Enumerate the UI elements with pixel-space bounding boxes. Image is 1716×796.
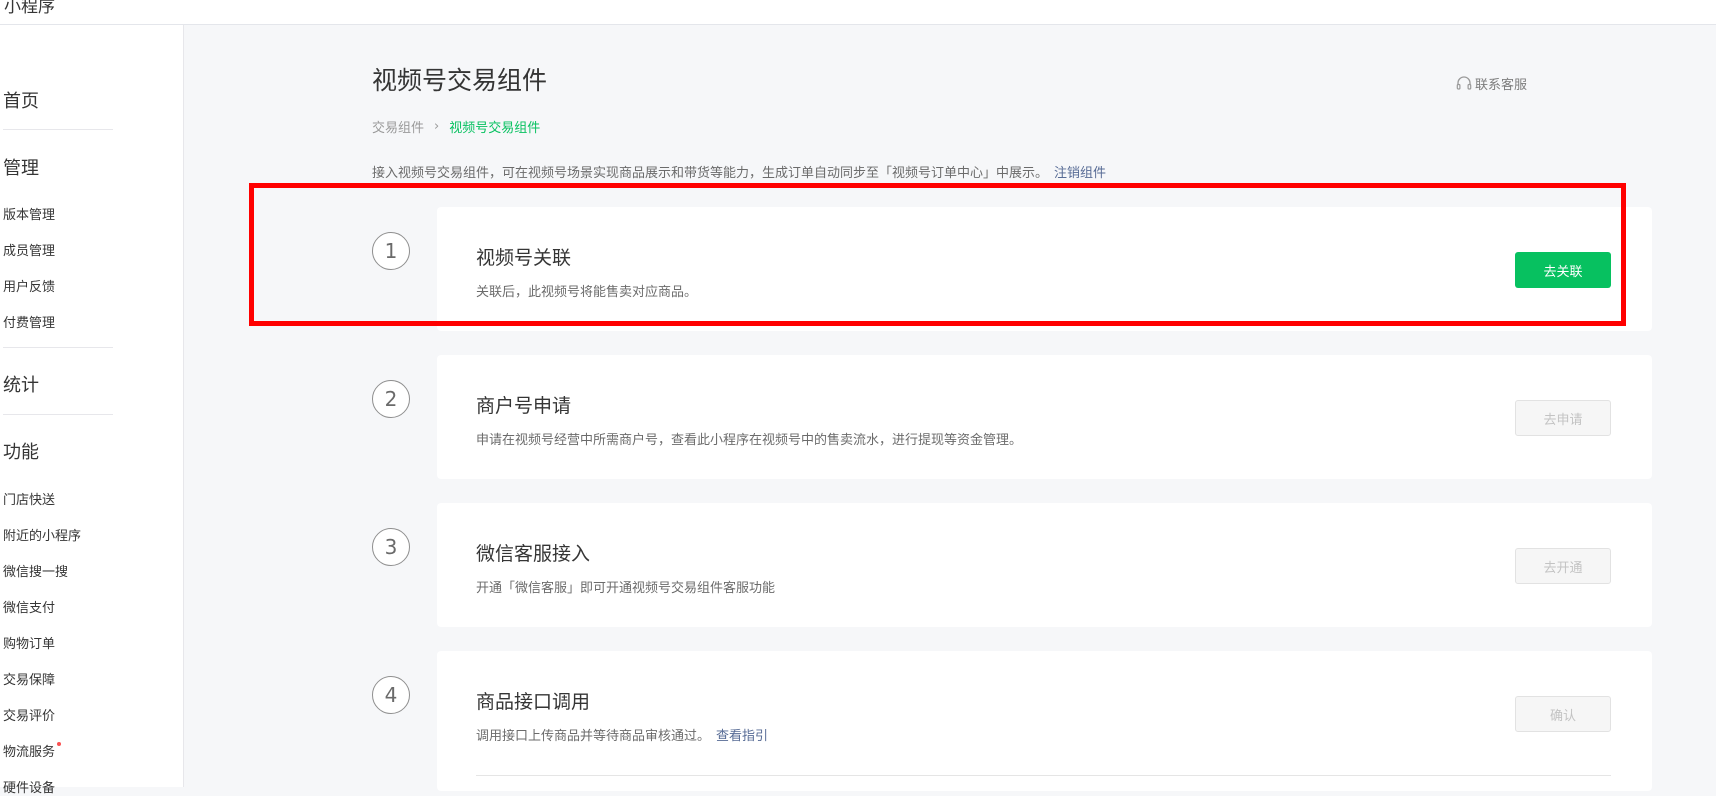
- sidebar-item-guarantee[interactable]: 交易保障: [3, 669, 55, 688]
- step-number-1: 1: [372, 232, 410, 270]
- intro-text: 接入视频号交易组件，可在视频号场景实现商品展示和带货等能力，生成订单自动同步至「…: [372, 162, 1106, 181]
- step-description: 调用接口上传商品并等待商品审核通过。 查看指引: [476, 725, 768, 744]
- top-bar: 小程序: [0, 0, 1716, 25]
- sidebar-item-members[interactable]: 成员管理: [3, 240, 55, 259]
- link-channel-button[interactable]: 去关联: [1515, 252, 1611, 288]
- step-title: 视频号关联: [476, 247, 572, 269]
- sidebar-divider: [3, 414, 113, 415]
- sidebar-section-features[interactable]: 功能: [3, 438, 39, 464]
- sidebar-section-stats[interactable]: 统计: [3, 371, 39, 397]
- page-title: 视频号交易组件: [372, 66, 548, 95]
- step-title: 商户号申请: [476, 395, 572, 417]
- view-guide-link[interactable]: 查看指引: [716, 729, 768, 744]
- sidebar-item-search[interactable]: 微信搜一搜: [3, 561, 68, 580]
- sidebar: 首页 管理 版本管理 成员管理 用户反馈 付费管理 统计 功能 门店快送 附近的…: [0, 25, 184, 796]
- step-number-3: 3: [372, 528, 410, 566]
- sidebar-divider: [3, 347, 113, 348]
- sidebar-item-logistics[interactable]: 物流服务: [3, 741, 62, 760]
- sidebar-divider: [3, 129, 113, 130]
- divider: [476, 775, 1611, 776]
- sidebar-item-payment[interactable]: 付费管理: [3, 312, 55, 331]
- step-card-customer-service: 微信客服接入 开通「微信客服」即可开通视频号交易组件客服功能 去开通: [437, 503, 1652, 627]
- step-card-product-api: 商品接口调用 调用接口上传商品并等待商品审核通过。 查看指引 确认: [437, 651, 1652, 791]
- notification-dot: [57, 742, 62, 746]
- step-title: 商品接口调用: [476, 691, 591, 713]
- sidebar-item-wechat-pay[interactable]: 微信支付: [3, 597, 55, 616]
- breadcrumb-item-current: 视频号交易组件: [449, 121, 541, 136]
- step-description: 申请在视频号经营中所需商户号，查看此小程序在视频号中的售卖流水，进行提现等资金管…: [476, 433, 1023, 448]
- sidebar-item-version[interactable]: 版本管理: [3, 204, 55, 223]
- sidebar-item-home[interactable]: 首页: [3, 87, 39, 113]
- step-description: 开通「微信客服」即可开通视频号交易组件客服功能: [476, 581, 776, 596]
- apply-merchant-button[interactable]: 去申请: [1515, 400, 1611, 436]
- step-title: 微信客服接入: [476, 543, 591, 565]
- step-number-2: 2: [372, 380, 410, 418]
- step-card-link-channel: 视频号关联 关联后，此视频号将能售卖对应商品。 去关联: [437, 207, 1652, 331]
- cancel-component-link[interactable]: 注销组件: [1054, 166, 1106, 181]
- sidebar-item-reviews[interactable]: 交易评价: [3, 705, 55, 724]
- sidebar-item-store-delivery[interactable]: 门店快送: [3, 489, 55, 508]
- sidebar-item-orders[interactable]: 购物订单: [3, 633, 55, 652]
- sidebar-item-nearby[interactable]: 附近的小程序: [3, 525, 81, 544]
- sidebar-item-feedback[interactable]: 用户反馈: [3, 276, 55, 295]
- enable-service-button[interactable]: 去开通: [1515, 548, 1611, 584]
- contact-support-link[interactable]: 联系客服: [1455, 74, 1527, 93]
- contact-label: 联系客服: [1475, 78, 1528, 93]
- brand-title: 小程序: [4, 0, 55, 17]
- step-description-text: 调用接口上传商品并等待商品审核通过。: [476, 729, 711, 744]
- breadcrumb: 交易组件 › 视频号交易组件: [372, 117, 540, 136]
- sidebar-section-manage[interactable]: 管理: [3, 154, 39, 180]
- headset-icon: [1456, 75, 1472, 90]
- sidebar-item-label: 物流服务: [3, 745, 56, 760]
- step-description: 关联后，此视频号将能售卖对应商品。: [476, 285, 698, 300]
- intro-description: 接入视频号交易组件，可在视频号场景实现商品展示和带货等能力，生成订单自动同步至「…: [372, 166, 1049, 181]
- chevron-right-icon: ›: [434, 119, 440, 134]
- step-card-merchant: 商户号申请 申请在视频号经营中所需商户号，查看此小程序在视频号中的售卖流水，进行…: [437, 355, 1652, 479]
- step-number-4: 4: [372, 676, 410, 714]
- confirm-button[interactable]: 确认: [1515, 696, 1611, 732]
- breadcrumb-item-trade[interactable]: 交易组件: [372, 117, 424, 136]
